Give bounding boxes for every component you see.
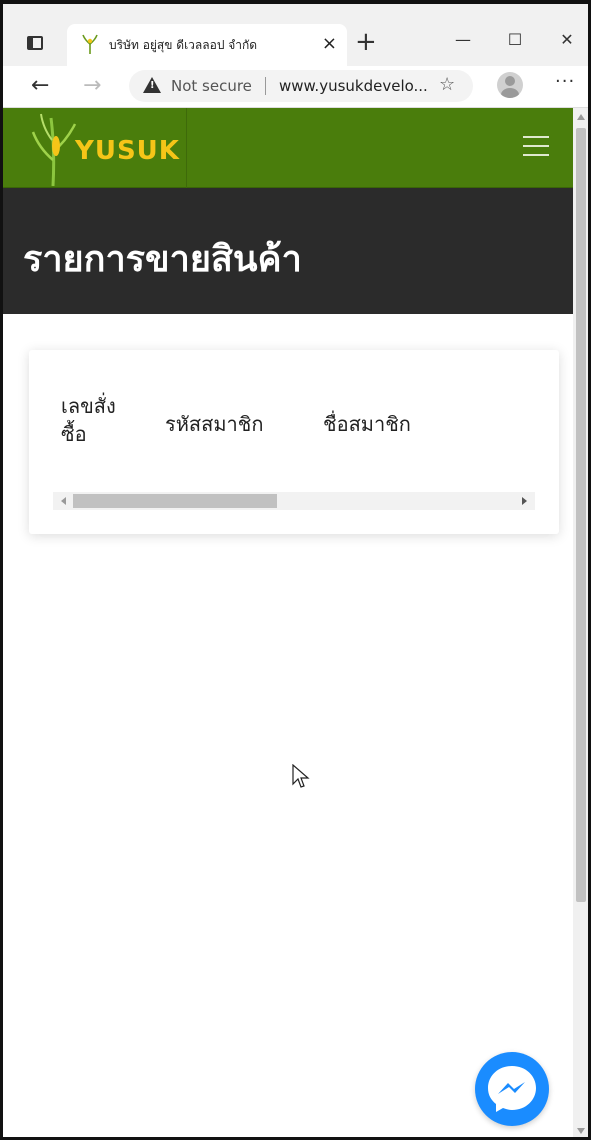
site-favicon-icon [82, 34, 98, 54]
new-tab-button[interactable]: + [355, 28, 377, 56]
warning-icon[interactable] [143, 77, 161, 93]
scroll-left-arrow-icon[interactable] [61, 497, 66, 505]
horizontal-scroll-thumb[interactable] [73, 494, 277, 508]
forward-button[interactable]: → [83, 72, 101, 100]
browser-tab[interactable]: บริษัท อยู่สุข ดีเวลลอป จำกัด × [67, 24, 347, 66]
site-header: YUSUK [3, 108, 573, 188]
address-bar[interactable]: Not secure www.yusukdevelo... ☆ [129, 70, 473, 102]
browser-window: บริษัท อยู่สุข ดีเวลลอป จำกัด × + — ☐ ✕ … [0, 0, 591, 1140]
profile-avatar[interactable] [497, 72, 523, 98]
corn-plant-icon [31, 113, 77, 186]
tab-actions-icon[interactable] [27, 36, 43, 50]
minimize-button[interactable]: — [451, 28, 475, 52]
tab-title: บริษัท อยู่สุข ดีเวลลอป จำกัด [109, 38, 258, 52]
vertical-scrollbar[interactable] [573, 108, 588, 1137]
divider [265, 77, 266, 95]
url-text[interactable]: www.yusukdevelo... [279, 77, 428, 95]
page-title: รายการขายสินค้า [23, 239, 302, 280]
back-button[interactable]: ← [31, 72, 49, 100]
tab-close-icon[interactable]: × [322, 32, 337, 56]
page-viewport: YUSUK รายการขายสินค้า เลขสั่งซื้อ รหัสสม… [3, 108, 573, 1137]
scroll-up-arrow-icon[interactable] [577, 114, 585, 120]
address-toolbar: ← → Not secure www.yusukdevelo... ☆ ··· [3, 66, 588, 108]
logo-text: YUSUK [75, 136, 180, 166]
messenger-icon [488, 1066, 536, 1112]
site-logo[interactable]: YUSUK [11, 108, 187, 188]
column-header-member-id: รหัสสมาชิก [165, 412, 264, 436]
mouse-cursor-icon [292, 764, 310, 788]
page-hero: รายการขายสินค้า [3, 188, 573, 314]
scroll-down-arrow-icon[interactable] [577, 1128, 585, 1134]
add-favorite-icon[interactable]: ☆ [439, 75, 455, 95]
horizontal-scrollbar[interactable] [53, 492, 535, 510]
column-header-order-number: เลขสั่งซื้อ [61, 394, 116, 446]
maximize-button[interactable]: ☐ [503, 28, 527, 52]
tab-strip: บริษัท อยู่สุข ดีเวลลอป จำกัด × + — ☐ ✕ [3, 4, 588, 66]
messenger-chat-button[interactable] [475, 1052, 549, 1126]
column-header-member-name: ชื่อสมาชิก [323, 412, 411, 436]
hamburger-menu-icon[interactable] [523, 136, 549, 156]
more-menu-button[interactable]: ··· [555, 70, 575, 94]
security-label[interactable]: Not secure [171, 77, 252, 95]
vertical-scroll-thumb[interactable] [576, 128, 586, 902]
scroll-right-arrow-icon[interactable] [522, 497, 527, 505]
orders-table-card: เลขสั่งซื้อ รหัสสมาชิก ชื่อสมาชิก [29, 350, 559, 534]
close-window-button[interactable]: ✕ [555, 28, 579, 52]
